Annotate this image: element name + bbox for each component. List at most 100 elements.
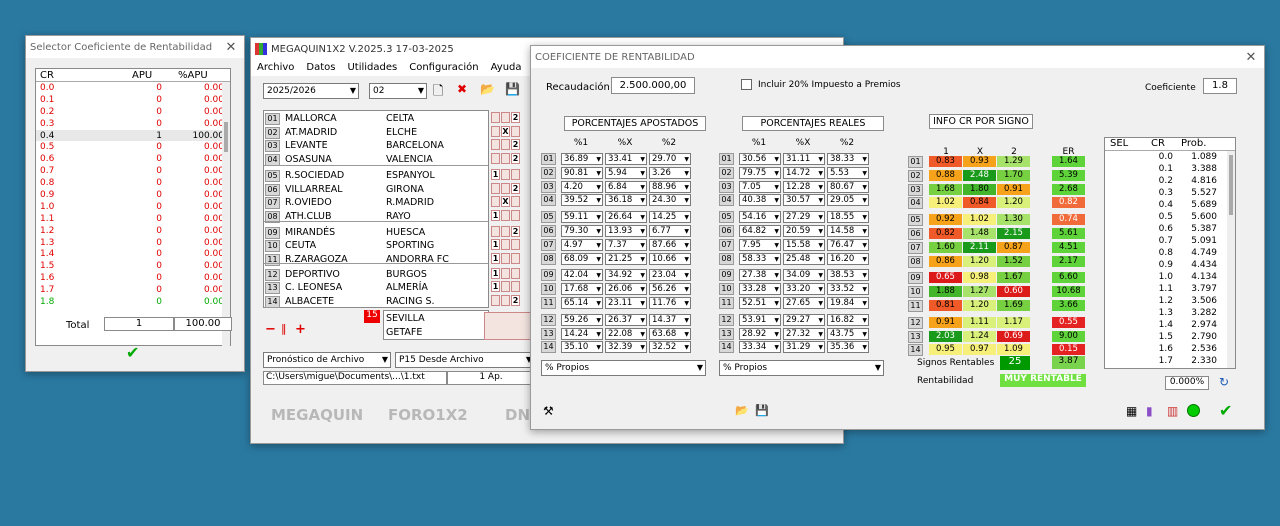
real-input[interactable]: 58.33 ▼ xyxy=(739,252,781,265)
brand-foro1x2[interactable]: FORO1X2 xyxy=(388,406,468,424)
real-input[interactable]: 79.75 ▼ xyxy=(739,166,781,179)
pick-box[interactable] xyxy=(501,253,510,264)
magic-wand-icon[interactable]: ⚒ xyxy=(543,404,554,418)
pronostico-select[interactable]: Pronóstico de Archivo ▼ xyxy=(263,352,391,368)
table-row[interactable]: 0.8 0 0.00 xyxy=(36,177,230,189)
apostado-input[interactable]: 59.11 ▼ xyxy=(561,211,603,224)
list-item[interactable]: 0.7 5.091 xyxy=(1105,235,1235,247)
home-team[interactable]: R.OVIEDO xyxy=(285,196,332,209)
away-team[interactable]: CELTA xyxy=(386,112,414,125)
home-team[interactable]: LEVANTE xyxy=(285,139,328,152)
apostado-input[interactable]: 68.09 ▼ xyxy=(561,252,603,265)
pick-box[interactable] xyxy=(491,295,500,307)
refresh-icon[interactable]: ↻ xyxy=(1219,375,1229,389)
pick-box[interactable] xyxy=(511,281,520,293)
delete-icon[interactable]: ✖ xyxy=(457,82,467,96)
away-team[interactable]: GIRONA xyxy=(386,183,424,196)
table-row[interactable]: 0.2 0 0.00 xyxy=(36,106,230,118)
pick-box[interactable]: 1 xyxy=(491,168,500,180)
circle-icon[interactable] xyxy=(1187,404,1200,417)
table-row[interactable]: 1.1 0 0.00 xyxy=(36,213,230,225)
save-icon[interactable]: 💾 xyxy=(755,404,769,417)
apostado-input[interactable]: 21.25 ▼ xyxy=(605,252,647,265)
table-row[interactable]: 0.7 0 0.00 xyxy=(36,165,230,177)
calculator-icon[interactable]: ▦ xyxy=(1126,404,1137,418)
pick-box[interactable]: 2 xyxy=(511,139,520,151)
home-team[interactable]: MALLORCA xyxy=(285,112,337,125)
check-icon[interactable]: ✔ xyxy=(1219,401,1232,420)
apostado-input[interactable]: 23.04 ▼ xyxy=(649,269,691,282)
menu-item[interactable]: Archivo xyxy=(257,60,294,76)
real-input[interactable]: 31.11 ▼ xyxy=(783,153,825,165)
apostado-input[interactable]: 33.41 ▼ xyxy=(605,153,647,165)
prob-list[interactable]: SEL CR Prob. 0.0 1.089 0.1 3.388 0.2 4.816 0.3… xyxy=(1104,137,1236,369)
table-row[interactable]: 1.5 0 0.00 xyxy=(36,260,230,272)
pick-box[interactable]: X xyxy=(501,125,510,137)
check-icon[interactable]: ✔ xyxy=(126,343,139,362)
away-team[interactable]: ANDORRA FC xyxy=(386,253,449,266)
apostado-input[interactable]: 3.26 ▼ xyxy=(649,166,691,179)
real-input[interactable]: 27.29 ▼ xyxy=(783,211,825,224)
p15-select[interactable]: P15 Desde Archivo ▼ xyxy=(395,352,535,368)
apostado-input[interactable]: 26.64 ▼ xyxy=(605,211,647,224)
brand-megaquin[interactable]: MEGAQUIN xyxy=(271,406,363,424)
save-icon[interactable]: 💾 xyxy=(505,82,520,96)
list-item[interactable]: 1.5 2.790 xyxy=(1105,331,1235,343)
pick-box[interactable]: 2 xyxy=(511,295,520,307)
apostado-input[interactable]: 26.06 ▼ xyxy=(605,283,647,296)
real-input[interactable]: 7.95 ▼ xyxy=(739,238,781,251)
new-file-icon[interactable]: 🗋 xyxy=(433,82,443,104)
home-team[interactable]: ALBACETE xyxy=(285,295,334,308)
menu-item[interactable]: Ayuda xyxy=(491,60,522,76)
pick-box[interactable] xyxy=(491,225,500,237)
menu-item[interactable]: Datos xyxy=(306,60,335,76)
real-input[interactable]: 29.05 ▼ xyxy=(827,194,869,207)
pick-box[interactable] xyxy=(501,209,510,221)
table-row[interactable]: 1.2 0 0.00 xyxy=(36,225,230,237)
table-row[interactable]: 0.1 0 0.00 xyxy=(36,94,230,106)
list-item[interactable]: 1.2 3.506 xyxy=(1105,295,1235,307)
real-input[interactable]: 27.32 ▼ xyxy=(783,327,825,340)
recaudacion-input[interactable]: 2.500.000,00 xyxy=(611,77,695,94)
pick-box[interactable] xyxy=(511,267,520,279)
apostado-input[interactable]: 88.96 ▼ xyxy=(649,180,691,193)
pick-box[interactable] xyxy=(501,182,510,194)
real-input[interactable]: 30.56 ▼ xyxy=(739,153,781,165)
real-input[interactable]: 64.82 ▼ xyxy=(739,225,781,237)
minus-icon[interactable]: − xyxy=(265,322,276,337)
away-team[interactable]: ESPANYOL xyxy=(386,169,435,182)
incluir-checkbox[interactable] xyxy=(741,79,752,90)
apostado-input[interactable]: 13.93 ▼ xyxy=(605,225,647,237)
list-item[interactable]: 1.7 2.330 xyxy=(1105,355,1235,367)
real-input[interactable]: 27.65 ▼ xyxy=(783,297,825,309)
menu-item[interactable]: Configuración xyxy=(409,60,478,76)
document-icon[interactable]: ▮ xyxy=(1146,404,1153,418)
apostado-input[interactable]: 17.68 ▼ xyxy=(561,283,603,296)
apostado-input[interactable]: 4.20 ▼ xyxy=(561,180,603,193)
apostado-input[interactable]: 5.94 ▼ xyxy=(605,166,647,179)
apostado-input[interactable]: 26.37 ▼ xyxy=(605,313,647,326)
apostado-input[interactable]: 32.52 ▼ xyxy=(649,341,691,354)
pick-box[interactable] xyxy=(511,253,520,264)
table-row[interactable]: 1.0 0 0.00 xyxy=(36,201,230,213)
pick-box[interactable] xyxy=(511,196,520,208)
propios-select-left[interactable]: % Propios ▼ xyxy=(541,360,706,376)
apostado-input[interactable]: 22.08 ▼ xyxy=(605,327,647,340)
list-item[interactable]: 1.1 3.797 xyxy=(1105,283,1235,295)
apostado-input[interactable]: 79.30 ▼ xyxy=(561,225,603,237)
apostado-input[interactable]: 34.92 ▼ xyxy=(605,269,647,282)
apostado-input[interactable]: 24.30 ▼ xyxy=(649,194,691,207)
season-select[interactable]: 2025/2026 ▼ xyxy=(263,83,359,99)
real-input[interactable]: 14.72 ▼ xyxy=(783,166,825,179)
scrollbar[interactable] xyxy=(1227,151,1235,368)
pick-box[interactable]: 2 xyxy=(511,225,520,237)
real-input[interactable]: 33.28 ▼ xyxy=(739,283,781,296)
real-input[interactable]: 25.48 ▼ xyxy=(783,252,825,265)
real-input[interactable]: 53.91 ▼ xyxy=(739,313,781,326)
apostado-input[interactable]: 11.76 ▼ xyxy=(649,297,691,309)
real-input[interactable]: 20.59 ▼ xyxy=(783,225,825,237)
real-input[interactable]: 38.33 ▼ xyxy=(827,153,869,165)
home-team[interactable]: MIRANDÉS xyxy=(285,226,335,239)
plus-icon[interactable]: + xyxy=(295,322,306,337)
apostado-input[interactable]: 36.18 ▼ xyxy=(605,194,647,207)
